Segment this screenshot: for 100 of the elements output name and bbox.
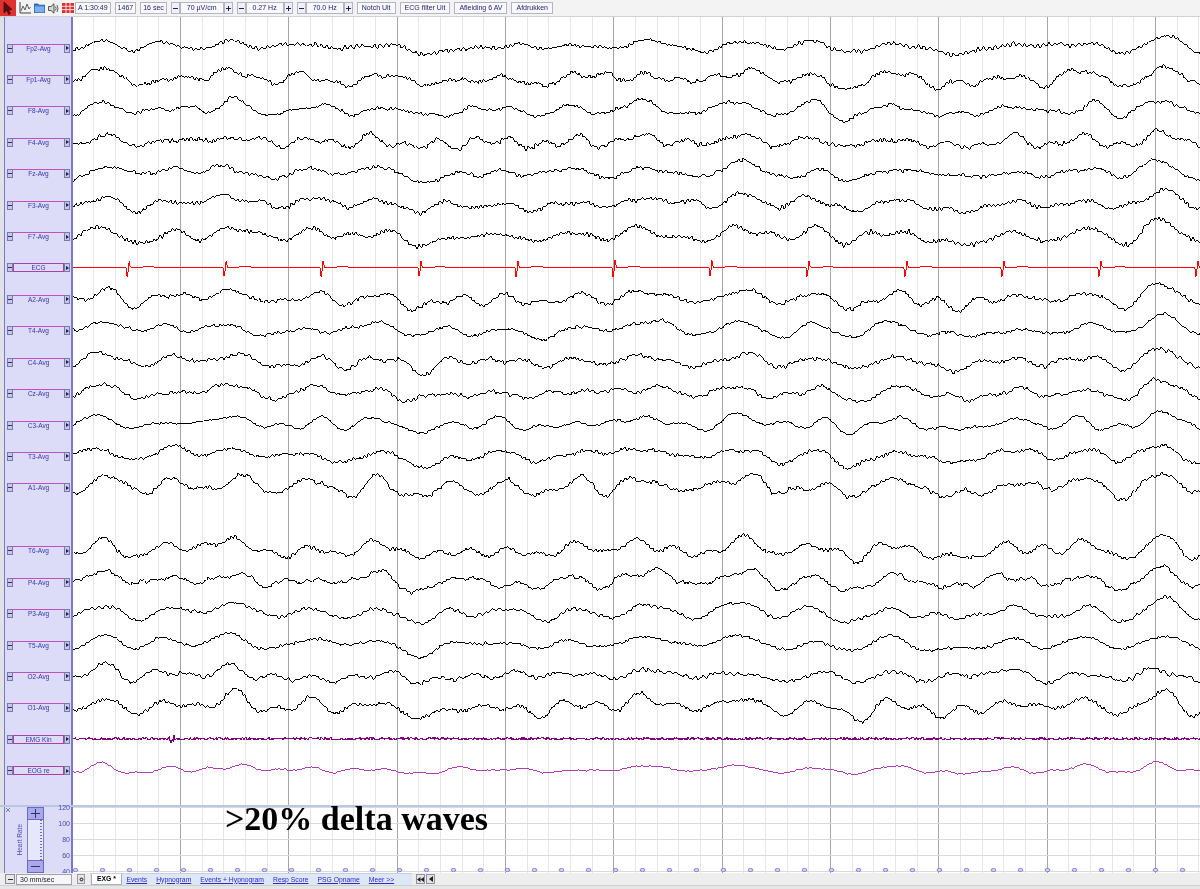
minus-button[interactable] <box>7 483 13 493</box>
minus-icon <box>8 141 12 143</box>
zoom-in-button[interactable] <box>27 807 44 820</box>
zoom-out-button[interactable] <box>27 860 44 873</box>
marker-icon <box>1125 868 1132 872</box>
arrow-button[interactable] <box>64 200 70 210</box>
marker-icon <box>531 868 538 872</box>
chart-icon[interactable] <box>19 2 31 14</box>
arrow-button[interactable] <box>64 577 70 587</box>
minus-icon <box>8 456 12 457</box>
minus-button[interactable] <box>7 43 13 53</box>
marker-icon <box>558 868 565 872</box>
increase-button[interactable] <box>223 2 233 14</box>
minus-button[interactable] <box>7 671 13 681</box>
marker-icon <box>585 868 592 872</box>
minus-button[interactable] <box>7 106 13 116</box>
arrow-button[interactable] <box>64 232 70 242</box>
increase-button[interactable] <box>343 2 353 14</box>
minus-button[interactable] <box>7 734 13 744</box>
speaker-icon[interactable] <box>48 2 59 14</box>
arrow-icon <box>65 485 69 490</box>
marker-icon <box>693 868 700 872</box>
double-left-arrow-icon <box>417 876 424 882</box>
arrow-button[interactable] <box>64 452 70 461</box>
minus-button[interactable] <box>7 609 13 619</box>
minus-button[interactable] <box>7 546 13 556</box>
marker-icon <box>666 868 673 872</box>
minus-icon <box>238 7 244 9</box>
minus-button[interactable] <box>7 357 13 367</box>
marker-icon <box>261 868 268 872</box>
folder-icon[interactable] <box>34 3 45 13</box>
marker-icon <box>882 868 889 872</box>
minus-icon <box>8 424 12 426</box>
arrow-button[interactable] <box>64 169 70 179</box>
arrow-button[interactable] <box>64 766 70 776</box>
arrow-icon <box>65 611 69 616</box>
arrow-button[interactable] <box>64 703 70 713</box>
minus-icon <box>8 330 12 332</box>
arrow-button[interactable] <box>64 640 70 650</box>
arrow-button[interactable] <box>64 734 70 744</box>
minus-button[interactable] <box>7 640 13 650</box>
minus-button[interactable] <box>7 263 13 273</box>
previous-page-button[interactable] <box>426 874 435 884</box>
minus-button[interactable] <box>7 326 13 336</box>
minus-button[interactable] <box>7 766 13 776</box>
cursor-icon[interactable] <box>0 0 16 16</box>
arrow-button[interactable] <box>64 546 70 556</box>
arrow-button[interactable] <box>64 671 70 681</box>
minus-icon <box>8 47 12 49</box>
increase-button[interactable] <box>283 2 293 14</box>
arrow-button[interactable] <box>64 263 70 273</box>
minus-button[interactable] <box>7 420 13 430</box>
marker-icon <box>1044 868 1051 872</box>
minus-button[interactable] <box>7 452 13 461</box>
decrease-button[interactable] <box>296 2 306 14</box>
plus-icon <box>225 5 231 11</box>
arrow-button[interactable] <box>64 137 70 147</box>
arrow-icon <box>65 234 69 239</box>
arrow-button[interactable] <box>64 483 70 493</box>
minus-button[interactable] <box>7 74 13 84</box>
arrow-icon <box>65 297 69 302</box>
first-page-button[interactable] <box>416 874 425 884</box>
marker-icon <box>1017 868 1024 872</box>
arrow-button[interactable] <box>64 357 70 367</box>
close-icon[interactable] <box>6 808 10 812</box>
minus-button[interactable] <box>7 169 13 179</box>
minus-button[interactable] <box>7 389 13 399</box>
arrow-button[interactable] <box>64 106 70 116</box>
arrow-icon <box>65 674 69 679</box>
arrow-button[interactable] <box>64 43 70 53</box>
arrow-button[interactable] <box>64 74 70 84</box>
marker-icon <box>369 868 376 872</box>
minus-button[interactable] <box>7 200 13 210</box>
arrow-button[interactable] <box>64 326 70 336</box>
marker-icon <box>936 868 943 872</box>
settings-button[interactable] <box>77 874 85 884</box>
marker-icon <box>855 868 862 872</box>
arrow-icon <box>65 548 69 553</box>
marker-icon <box>1071 868 1078 872</box>
decrease-button[interactable] <box>236 2 246 14</box>
minus-button[interactable] <box>7 577 13 587</box>
arrow-button[interactable] <box>64 294 70 304</box>
marker-icon <box>774 868 781 872</box>
marker-icon <box>423 868 430 872</box>
arrow-icon <box>65 77 69 82</box>
arrow-button[interactable] <box>64 420 70 430</box>
minus-button[interactable] <box>7 232 13 242</box>
marker-icon <box>801 868 808 872</box>
arrow-icon <box>65 768 69 773</box>
minus-button[interactable] <box>7 703 13 713</box>
minus-button[interactable] <box>7 137 13 147</box>
grid-icon[interactable] <box>62 3 74 13</box>
arrow-button[interactable] <box>64 609 70 619</box>
arrow-icon <box>65 203 69 208</box>
decrease-button[interactable] <box>170 2 180 14</box>
minus-button[interactable] <box>7 294 13 304</box>
arrow-button[interactable] <box>64 389 70 399</box>
minus-icon <box>8 110 12 112</box>
marker-icon <box>477 868 484 872</box>
minus-button[interactable] <box>5 874 15 884</box>
